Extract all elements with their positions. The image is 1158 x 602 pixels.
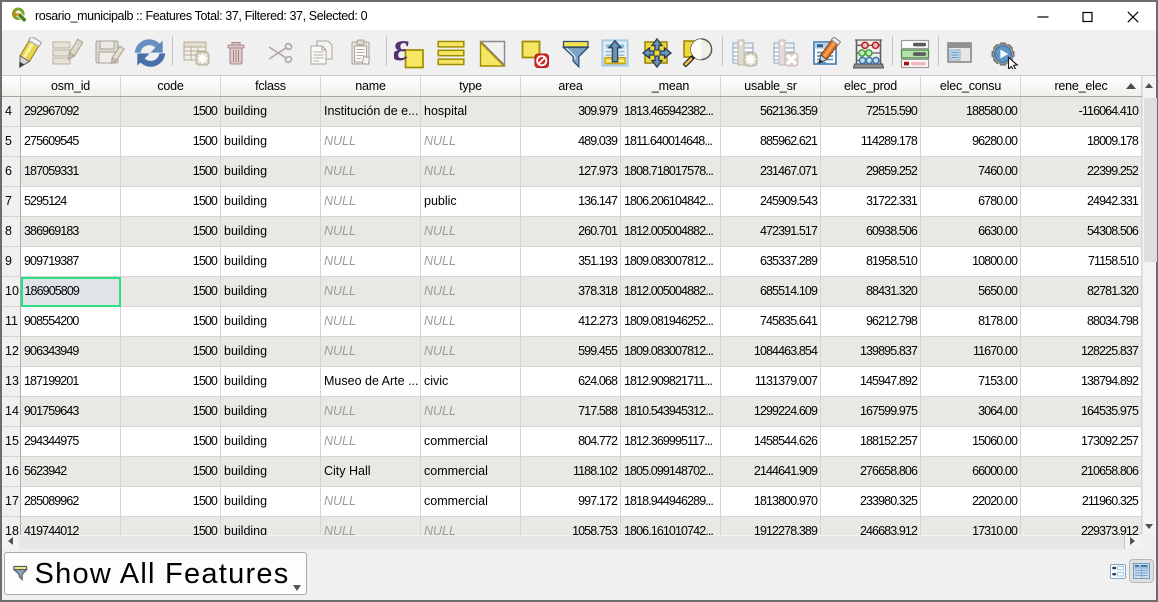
svg-text:ε: ε: [394, 37, 410, 69]
